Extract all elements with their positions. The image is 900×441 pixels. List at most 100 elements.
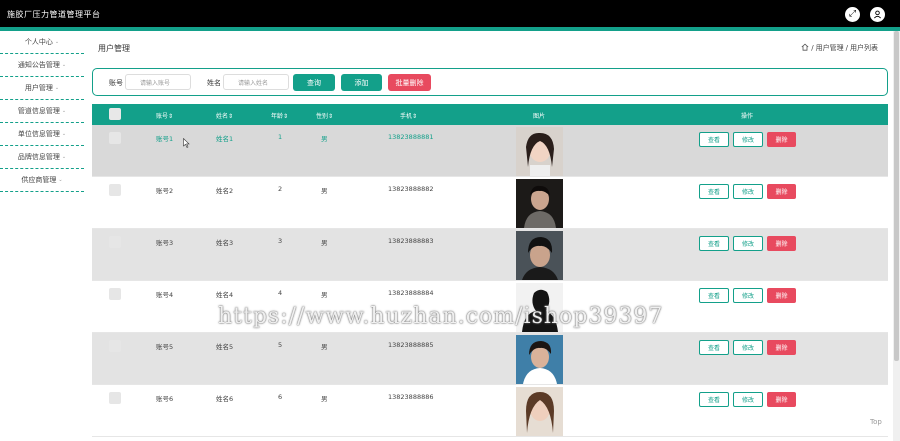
view-button[interactable]: 查看 [699, 288, 729, 303]
chevron-down-icon: ⌄ [54, 85, 60, 91]
sidebar-item-personal-center[interactable]: 个人中心 ⌄ [0, 31, 84, 54]
sidebar-item-label: 通知公告管理 [17, 61, 60, 69]
cell-phone: 13823888886 [388, 393, 434, 401]
name-label: 姓名 [207, 79, 221, 87]
page-header: 用户管理 / 用户管理 / 用户列表 [92, 31, 888, 65]
cell-phone: 13823888885 [388, 341, 434, 349]
user-photo [516, 283, 563, 332]
cell-name: 姓名4 [216, 291, 234, 299]
sidebar-item-label: 单位信息管理 [17, 130, 60, 138]
expand-icon[interactable]: ⤢ [845, 7, 860, 22]
table-row[interactable]: 账号2 姓名2 2 男 13823888882 查看 修改 删除 [92, 177, 888, 229]
cell-age: 4 [278, 289, 283, 297]
column-header-name[interactable]: 姓名⇕ [216, 111, 233, 120]
account-label: 账号 [109, 79, 123, 87]
row-checkbox[interactable] [109, 236, 121, 248]
sidebar-item-users[interactable]: 用户管理 ⌄ [0, 77, 84, 100]
row-checkbox[interactable] [109, 340, 121, 352]
add-button[interactable]: 添加 [341, 74, 382, 91]
account-search-input[interactable]: 请输入账号 [125, 74, 191, 90]
name-search-input[interactable]: 请输入姓名 [223, 74, 289, 90]
row-checkbox[interactable] [109, 184, 121, 196]
cell-gender: 男 [321, 135, 328, 143]
sidebar-item-supplier[interactable]: 供应商管理 ⌄ [0, 169, 84, 192]
sidebar-item-notice[interactable]: 通知公告管理 ⌄ [0, 54, 84, 77]
table-row[interactable]: 账号3 姓名3 3 男 13823888883 查看 修改 删除 [92, 229, 888, 281]
scrollbar-thumb[interactable] [894, 31, 899, 361]
table-header: 账号⇕ 姓名⇕ 年龄⇕ 性别⇕ 手机⇕ 图片 操作 [92, 104, 888, 125]
cell-age: 1 [278, 133, 283, 141]
edit-button[interactable]: 修改 [733, 392, 763, 407]
user-avatar-icon[interactable] [870, 7, 885, 22]
cell-gender: 男 [321, 343, 328, 351]
edit-button[interactable]: 修改 [733, 288, 763, 303]
batch-delete-button[interactable]: 批量删除 [388, 74, 431, 91]
sidebar-item-unit[interactable]: 单位信息管理 ⌄ [0, 123, 84, 146]
cell-gender: 男 [321, 187, 328, 195]
edit-button[interactable]: 修改 [733, 132, 763, 147]
cell-name: 姓名3 [216, 239, 234, 247]
breadcrumb-separator: / [811, 44, 814, 52]
chevron-down-icon: ⌄ [61, 131, 67, 137]
sidebar-item-brand[interactable]: 品牌信息管理 ⌄ [0, 146, 84, 169]
edit-button[interactable]: 修改 [733, 340, 763, 355]
search-form: 账号 请输入账号 姓名 请输入姓名 查询 添加 批量删除 [92, 68, 888, 96]
delete-button[interactable]: 删除 [767, 132, 796, 147]
delete-button[interactable]: 删除 [767, 340, 796, 355]
cell-age: 3 [278, 237, 283, 245]
user-photo [516, 335, 563, 384]
cell-account: 账号6 [156, 395, 174, 403]
column-header-account[interactable]: 账号⇕ [156, 111, 173, 120]
column-header-photo: 图片 [533, 113, 546, 120]
table-row[interactable]: 账号1 姓名1 1 男 13823888881 查看 修改 删除 [92, 125, 888, 177]
app-title: 施胶厂压力管道管理平台 [7, 10, 101, 19]
column-header-actions: 操作 [741, 113, 754, 120]
cell-account: 账号3 [156, 239, 174, 247]
cell-phone: 13823888883 [388, 237, 434, 245]
cell-gender: 男 [321, 239, 328, 247]
select-all-checkbox[interactable] [109, 108, 121, 120]
table-row[interactable]: 账号4 姓名4 4 男 13823888884 查看 修改 删除 [92, 281, 888, 333]
row-checkbox[interactable] [109, 132, 121, 144]
row-checkbox[interactable] [109, 288, 121, 300]
delete-button[interactable]: 删除 [767, 288, 796, 303]
column-header-phone[interactable]: 手机⇕ [400, 111, 417, 120]
view-button[interactable]: 查看 [699, 340, 729, 355]
user-photo [516, 387, 563, 436]
view-button[interactable]: 查看 [699, 392, 729, 407]
sidebar-item-label: 用户管理 [24, 84, 53, 92]
row-checkbox[interactable] [109, 392, 121, 404]
mouse-cursor-icon [183, 138, 190, 148]
chevron-down-icon: ⌄ [61, 108, 67, 114]
column-header-age[interactable]: 年龄⇕ [271, 111, 288, 120]
cell-name: 姓名2 [216, 187, 234, 195]
cell-age: 6 [278, 393, 283, 401]
query-button[interactable]: 查询 [293, 74, 335, 91]
cell-account: 账号1 [156, 135, 174, 143]
sidebar-item-pipeline[interactable]: 管道信息管理 ⌄ [0, 100, 84, 123]
cell-phone: 13823888881 [388, 133, 434, 141]
view-button[interactable]: 查看 [699, 184, 729, 199]
scroll-top-button[interactable]: Top [870, 418, 882, 426]
delete-button[interactable]: 删除 [767, 184, 796, 199]
cell-phone: 13823888884 [388, 289, 434, 297]
cell-name: 姓名1 [216, 135, 234, 143]
page-title: 用户管理 [98, 44, 130, 53]
cell-account: 账号5 [156, 343, 174, 351]
chevron-down-icon: ⌄ [58, 177, 63, 183]
delete-button[interactable]: 删除 [767, 236, 796, 251]
chevron-down-icon: ⌄ [61, 154, 67, 160]
user-photo [516, 127, 563, 176]
view-button[interactable]: 查看 [699, 132, 729, 147]
edit-button[interactable]: 修改 [733, 184, 763, 199]
breadcrumb-item[interactable]: 用户管理 [816, 43, 844, 53]
home-icon[interactable] [801, 43, 809, 53]
view-button[interactable]: 查看 [699, 236, 729, 251]
delete-button[interactable]: 删除 [767, 392, 796, 407]
table-row[interactable]: 账号5 姓名5 5 男 13823888885 查看 修改 删除 [92, 333, 888, 385]
edit-button[interactable]: 修改 [733, 236, 763, 251]
sidebar-item-label: 供应商管理 [21, 176, 57, 184]
cell-age: 5 [278, 341, 283, 349]
table-row[interactable]: 账号6 姓名6 6 男 13823888886 查看 修改 删除 [92, 385, 888, 437]
column-header-gender[interactable]: 性别⇕ [316, 111, 333, 120]
